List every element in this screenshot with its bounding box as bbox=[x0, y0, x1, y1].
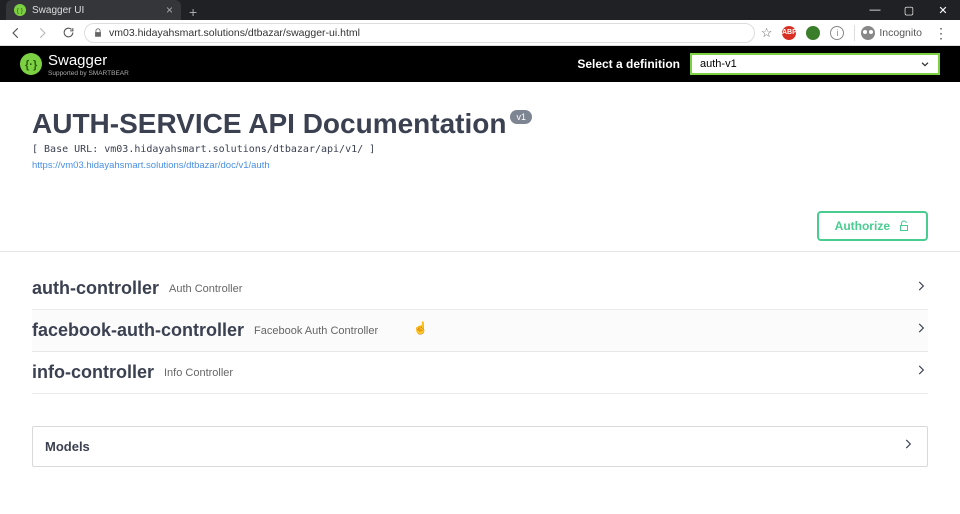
incognito-indicator: Incognito bbox=[861, 26, 922, 40]
tag-name: auth-controller bbox=[32, 278, 159, 299]
favicon-swagger-icon: { } bbox=[14, 4, 26, 16]
swagger-topbar: {·} Swagger Supported by SMARTBEAR Selec… bbox=[0, 46, 960, 82]
unlock-icon bbox=[898, 219, 910, 233]
api-version-badge: v1 bbox=[510, 110, 532, 124]
models-section[interactable]: Models bbox=[32, 426, 928, 467]
tag-name: facebook-auth-controller bbox=[32, 320, 244, 341]
tag-facebook-auth-controller[interactable]: facebook-auth-controller Facebook Auth C… bbox=[32, 310, 928, 352]
incognito-icon bbox=[861, 26, 875, 40]
chevron-right-icon bbox=[901, 437, 915, 456]
svg-text:{ }: { } bbox=[17, 7, 24, 14]
swagger-brand-text: Swagger bbox=[48, 52, 107, 69]
incognito-label: Incognito bbox=[879, 27, 922, 39]
back-button[interactable] bbox=[6, 23, 26, 43]
tag-desc: Auth Controller bbox=[169, 283, 242, 295]
tag-name: info-controller bbox=[32, 362, 154, 383]
bookmark-star-icon[interactable]: ☆ bbox=[761, 25, 773, 41]
url-text: vm03.hidayahsmart.solutions/dtbazar/swag… bbox=[109, 27, 360, 39]
browser-tab-bar: { } Swagger UI × + — ▢ ✕ bbox=[0, 0, 960, 20]
tag-info-controller[interactable]: info-controller Info Controller bbox=[32, 352, 928, 394]
api-info-section: AUTH-SERVICE API Documentation v1 [ Base… bbox=[0, 82, 960, 185]
lock-icon bbox=[93, 28, 103, 38]
chevron-right-icon bbox=[914, 321, 928, 340]
base-url: [ Base URL: vm03.hidayahsmart.solutions/… bbox=[32, 144, 928, 155]
tab-close-icon[interactable]: × bbox=[166, 3, 173, 17]
forward-button[interactable] bbox=[32, 23, 52, 43]
definition-selected-value: auth-v1 bbox=[700, 58, 737, 70]
window-maximize-button[interactable]: ▢ bbox=[892, 0, 926, 20]
window-controls: — ▢ ✕ bbox=[858, 0, 960, 20]
tag-auth-controller[interactable]: auth-controller Auth Controller bbox=[32, 268, 928, 310]
tab-title: Swagger UI bbox=[32, 5, 160, 16]
chevron-right-icon bbox=[914, 279, 928, 298]
svg-text:{·}: {·} bbox=[25, 59, 38, 71]
swagger-logo[interactable]: {·} Swagger Supported by SMARTBEAR bbox=[20, 52, 129, 77]
tag-desc: Facebook Auth Controller bbox=[254, 325, 378, 337]
browser-menu-button[interactable]: ⋮ bbox=[928, 26, 954, 40]
extension-icons: ABP i bbox=[778, 26, 848, 40]
definition-select[interactable]: auth-v1 bbox=[690, 53, 940, 75]
window-close-button[interactable]: ✕ bbox=[926, 0, 960, 20]
green-extension-icon[interactable] bbox=[806, 26, 820, 40]
api-title: AUTH-SERVICE API Documentation bbox=[32, 108, 506, 140]
controller-sections: auth-controller Auth Controller facebook… bbox=[0, 252, 960, 410]
url-input[interactable]: vm03.hidayahsmart.solutions/dtbazar/swag… bbox=[84, 23, 755, 43]
authorize-button[interactable]: Authorize bbox=[817, 211, 928, 241]
models-label: Models bbox=[45, 439, 90, 454]
address-bar: vm03.hidayahsmart.solutions/dtbazar/swag… bbox=[0, 20, 960, 46]
window-minimize-button[interactable]: — bbox=[858, 0, 892, 20]
abp-extension-icon[interactable]: ABP bbox=[782, 26, 796, 40]
definition-selector-area: Select a definition auth-v1 bbox=[577, 53, 940, 75]
authorize-label: Authorize bbox=[835, 219, 890, 233]
browser-tab[interactable]: { } Swagger UI × bbox=[6, 0, 181, 20]
tag-desc: Info Controller bbox=[164, 367, 233, 379]
swagger-logo-icon: {·} bbox=[20, 53, 42, 75]
reload-button[interactable] bbox=[58, 23, 78, 43]
new-tab-button[interactable]: + bbox=[181, 4, 205, 20]
definition-label: Select a definition bbox=[577, 57, 680, 71]
chevron-down-icon bbox=[920, 59, 930, 69]
info-extension-icon[interactable]: i bbox=[830, 26, 844, 40]
api-doc-link[interactable]: https://vm03.hidayahsmart.solutions/dtba… bbox=[32, 160, 270, 171]
chevron-right-icon bbox=[914, 363, 928, 382]
authorize-row: Authorize bbox=[32, 211, 928, 241]
swagger-brand-subtext: Supported by SMARTBEAR bbox=[48, 70, 129, 77]
